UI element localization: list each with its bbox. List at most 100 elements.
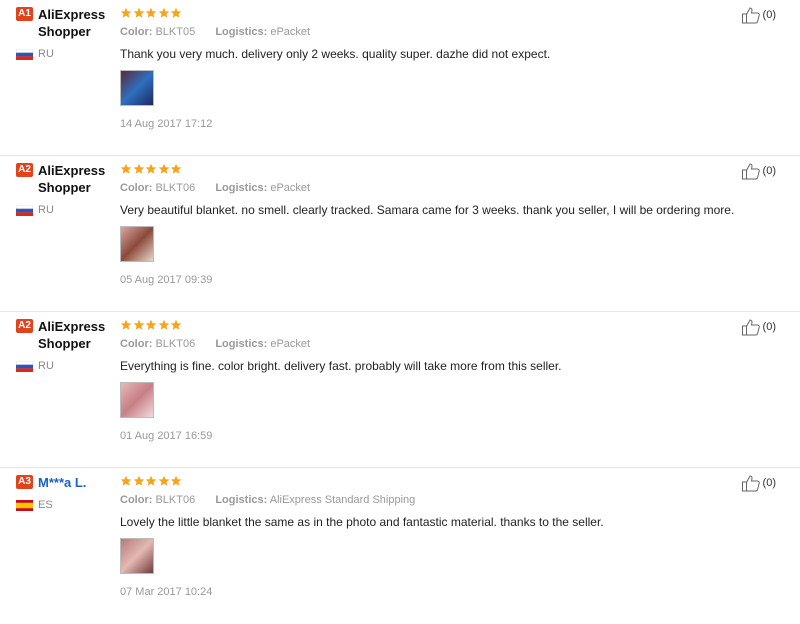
- reviewer-name: AliExpress Shopper: [38, 163, 106, 195]
- star-icon: [158, 6, 170, 18]
- star-icon: [170, 474, 182, 486]
- country-code: ES: [38, 499, 53, 511]
- reviewer-name: AliExpress Shopper: [38, 7, 106, 39]
- helpful-vote: (0): [741, 6, 776, 24]
- order-info: Color: BLKT06 Logistics: ePacket: [120, 338, 720, 350]
- star-icon: [133, 474, 145, 486]
- es-flag-icon: [16, 499, 33, 511]
- logistics-label: Logistics:: [215, 338, 268, 350]
- review-item: A1 AliExpress Shopper RU Color: BLKT05 L…: [0, 0, 800, 156]
- review-date: 14 Aug 2017 17:12: [120, 118, 213, 130]
- star-icon: [145, 162, 157, 174]
- star-icon: [145, 318, 157, 330]
- thumbs-up-icon[interactable]: [741, 318, 761, 336]
- helpful-count: (0): [762, 165, 776, 177]
- review-item: A2 AliExpress Shopper RU Color: BLKT06 L…: [0, 312, 800, 468]
- color-label: Color:: [120, 494, 153, 506]
- color-value: BLKT06: [155, 338, 196, 350]
- thumbs-up-icon[interactable]: [741, 6, 761, 24]
- buyer-level-badge: A1: [16, 7, 33, 21]
- review-photo: [121, 227, 153, 261]
- country-code: RU: [38, 204, 54, 216]
- review-content: Color: BLKT06 Logistics: ePacket Everyth…: [120, 318, 720, 442]
- star-rating: [120, 162, 720, 176]
- color-value: BLKT06: [155, 494, 196, 506]
- order-info: Color: BLKT05 Logistics: ePacket: [120, 26, 720, 38]
- helpful-vote: (0): [741, 318, 776, 336]
- star-icon: [158, 318, 170, 330]
- review-photo: [121, 539, 153, 573]
- reviewer-name[interactable]: M***a L.: [38, 474, 86, 491]
- helpful-vote: (0): [741, 474, 776, 492]
- star-rating: [120, 6, 720, 20]
- star-icon: [120, 162, 132, 174]
- review-text: Very beautiful blanket. no smell. clearl…: [120, 203, 735, 217]
- reviewer-country: RU: [16, 204, 111, 216]
- star-icon: [170, 162, 182, 174]
- review-content: Color: BLKT05 Logistics: ePacket Thank y…: [120, 6, 720, 130]
- star-icon: [170, 6, 182, 18]
- color-value: BLKT06: [155, 182, 196, 194]
- ru-flag-icon: [16, 48, 33, 60]
- review-photo: [121, 71, 153, 105]
- review-photo: [121, 383, 153, 417]
- logistics-label: Logistics:: [215, 182, 268, 194]
- color-label: Color:: [120, 26, 153, 38]
- review-item: A3 M***a L. ES Color: BLKT06 Logistics: …: [0, 468, 800, 624]
- review-list: A1 AliExpress Shopper RU Color: BLKT05 L…: [0, 0, 800, 624]
- reviewer-info: A2 AliExpress Shopper RU: [16, 318, 111, 372]
- helpful-count: (0): [762, 321, 776, 333]
- reviewer-info: A2 AliExpress Shopper RU: [16, 162, 111, 216]
- helpful-count: (0): [762, 9, 776, 21]
- country-code: RU: [38, 360, 54, 372]
- buyer-level-badge: A2: [16, 163, 33, 177]
- reviewer-country: RU: [16, 360, 111, 372]
- review-date: 05 Aug 2017 09:39: [120, 274, 213, 286]
- order-info: Color: BLKT06 Logistics: ePacket: [120, 182, 720, 194]
- star-icon: [120, 318, 132, 330]
- review-photo-thumbnail[interactable]: [120, 538, 154, 574]
- color-label: Color:: [120, 182, 153, 194]
- review-item: A2 AliExpress Shopper RU Color: BLKT06 L…: [0, 156, 800, 312]
- ru-flag-icon: [16, 204, 33, 216]
- review-date: 01 Aug 2017 16:59: [120, 430, 213, 442]
- review-photo-thumbnail[interactable]: [120, 382, 154, 418]
- star-icon: [145, 6, 157, 18]
- ru-flag-icon: [16, 360, 33, 372]
- star-icon: [158, 474, 170, 486]
- thumbs-up-icon[interactable]: [741, 162, 761, 180]
- logistics-label: Logistics:: [215, 26, 268, 38]
- star-icon: [133, 6, 145, 18]
- star-rating: [120, 318, 720, 332]
- thumbs-up-icon[interactable]: [741, 474, 761, 492]
- star-icon: [133, 318, 145, 330]
- star-icon: [133, 162, 145, 174]
- review-text: Lovely the little blanket the same as in…: [120, 515, 604, 529]
- star-icon: [120, 474, 132, 486]
- logistics-value: ePacket: [270, 338, 311, 350]
- buyer-level-badge: A3: [16, 475, 33, 489]
- star-icon: [158, 162, 170, 174]
- logistics-value: AliExpress Standard Shipping: [269, 494, 416, 506]
- color-label: Color:: [120, 338, 153, 350]
- reviewer-country: ES: [16, 499, 111, 511]
- reviewer-info: A1 AliExpress Shopper RU: [16, 6, 111, 60]
- color-value: BLKT05: [155, 26, 196, 38]
- reviewer-name: AliExpress Shopper: [38, 319, 106, 351]
- star-icon: [120, 6, 132, 18]
- star-icon: [145, 474, 157, 486]
- country-code: RU: [38, 48, 54, 60]
- review-text: Everything is fine. color bright. delive…: [120, 359, 562, 373]
- logistics-value: ePacket: [270, 26, 311, 38]
- review-photo-thumbnail[interactable]: [120, 70, 154, 106]
- logistics-label: Logistics:: [215, 494, 268, 506]
- review-photo-thumbnail[interactable]: [120, 226, 154, 262]
- star-icon: [170, 318, 182, 330]
- helpful-count: (0): [762, 477, 776, 489]
- review-content: Color: BLKT06 Logistics: ePacket Very be…: [120, 162, 735, 286]
- review-text: Thank you very much. delivery only 2 wee…: [120, 47, 551, 61]
- buyer-level-badge: A2: [16, 319, 33, 333]
- reviewer-info: A3 M***a L. ES: [16, 474, 111, 511]
- review-date: 07 Mar 2017 10:24: [120, 586, 213, 598]
- helpful-vote: (0): [741, 162, 776, 180]
